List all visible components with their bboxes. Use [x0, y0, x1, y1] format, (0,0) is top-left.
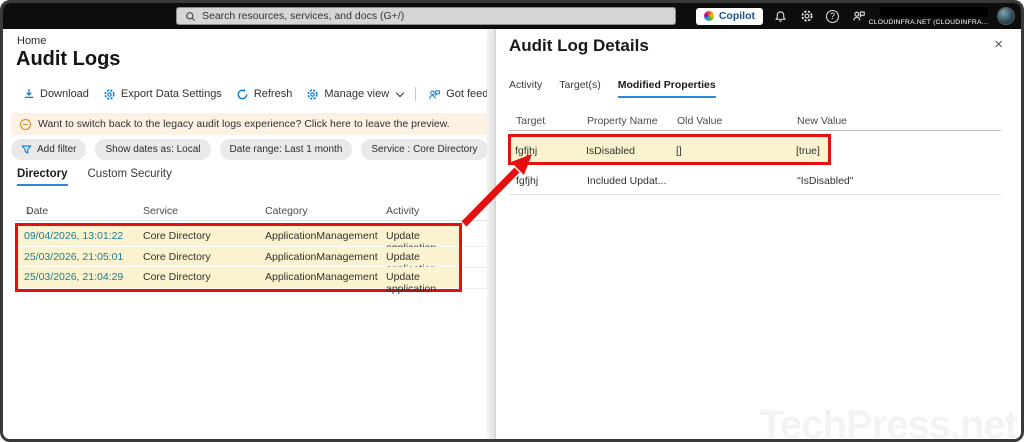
account-info[interactable]: CLOUDINFRA.NET (CLOUDINFRA...	[869, 6, 988, 26]
gear-icon	[307, 88, 318, 100]
tab-custom-security[interactable]: Custom Security	[88, 168, 172, 186]
refresh-icon	[237, 88, 248, 99]
column-header-new-value[interactable]: New Value	[797, 115, 847, 127]
global-search-input[interactable]: Search resources, services, and docs (G+…	[176, 7, 676, 25]
panel-table-row[interactable]: fgfjhj Included Updat... "IsDisabled"	[496, 169, 1021, 195]
column-header-service[interactable]: Service	[143, 205, 178, 217]
tab-directory[interactable]: Directory	[17, 168, 68, 186]
table-header-divider	[15, 220, 491, 221]
settings-gear-icon[interactable]	[798, 8, 815, 25]
watermark: TechPress.net	[759, 403, 1018, 442]
more-options-icon[interactable]: ...	[103, 57, 115, 69]
help-icon[interactable]: ?	[824, 8, 841, 25]
cell-target: fgfjhj	[515, 145, 538, 157]
copilot-icon	[703, 11, 714, 21]
filter-pill-show-dates[interactable]: Show dates as: Local	[95, 139, 211, 160]
sort-down-icon: ↓	[26, 205, 32, 217]
toolbar-divider	[415, 87, 417, 101]
download-icon	[24, 89, 34, 98]
panel-tabs: Activity Target(s) Modified Properties	[509, 79, 716, 98]
command-bar: Download Export Data Settings Refresh Ma…	[16, 85, 495, 103]
chevron-down-icon	[395, 88, 405, 97]
copilot-label: Copilot	[718, 10, 755, 22]
refresh-button[interactable]: Refresh	[229, 88, 300, 101]
panel-title: Audit Log Details	[509, 36, 649, 55]
azure-portal-window: Search resources, services, and docs (G+…	[0, 0, 1024, 442]
top-bar: Search resources, services, and docs (G+…	[3, 3, 1021, 29]
notifications-bell-icon[interactable]	[772, 8, 789, 25]
cell-new-value: "IsDisabled"	[797, 175, 854, 187]
export-data-settings-button[interactable]: Export Data Settings	[96, 88, 229, 101]
search-placeholder: Search resources, services, and docs (G+…	[202, 10, 405, 22]
add-filter-button[interactable]: Add filter	[11, 139, 87, 160]
table-row[interactable]: 09/04/2026, 13:01:22 Core Directory Appl…	[18, 226, 459, 254]
cell-target: fgfjhj	[516, 175, 539, 187]
avatar[interactable]	[997, 7, 1015, 25]
filter-pill-date-range[interactable]: Date range: Last 1 month	[219, 139, 353, 160]
close-icon[interactable]: ×	[994, 37, 1003, 52]
filter-icon	[21, 145, 32, 154]
cell-old-value: []	[676, 145, 682, 157]
gear-icon	[104, 88, 115, 100]
tab-modified-properties[interactable]: Modified Properties	[617, 79, 716, 98]
column-header-target[interactable]: Target	[516, 115, 545, 127]
tab-activity[interactable]: Activity	[509, 79, 542, 98]
manage-view-button[interactable]: Manage view	[299, 88, 410, 101]
banner-text: Want to switch back to the legacy audit …	[38, 118, 450, 130]
audit-log-details-panel: Audit Log Details × Activity Target(s) M…	[495, 29, 1021, 442]
got-feedback-button[interactable]: Got feedback?	[421, 88, 495, 101]
column-header-activity[interactable]: Activity	[386, 205, 419, 217]
row-date-link[interactable]: 25/03/2026, 21:05:01	[24, 251, 123, 263]
cell-property: Included Updat...	[587, 175, 667, 187]
breadcrumb[interactable]: Home	[17, 35, 46, 47]
annotation-box-rows: 09/04/2026, 13:01:22 Core Directory Appl…	[15, 223, 462, 295]
preview-banner[interactable]: Want to switch back to the legacy audit …	[11, 113, 490, 135]
row-date-link[interactable]: 25/03/2026, 21:04:29	[24, 271, 123, 283]
account-redaction-box	[880, 6, 988, 17]
filter-pill-service[interactable]: Service : Core Directory	[361, 139, 488, 160]
cell-new-value: [true]	[796, 145, 820, 157]
column-header-property-name[interactable]: Property Name	[587, 115, 658, 127]
panel-header-divider	[509, 130, 1001, 131]
account-tenant-label: CLOUDINFRA.NET (CLOUDINFRA...	[868, 18, 988, 26]
panel-row-divider	[509, 194, 1001, 195]
filter-bar: Add filter Show dates as: Local Date ran…	[11, 139, 495, 160]
column-header-category[interactable]: Category	[265, 205, 308, 217]
row-date-link[interactable]: 09/04/2026, 13:01:22	[24, 230, 123, 242]
download-button[interactable]: Download	[16, 88, 96, 100]
table-row[interactable]: 25/03/2026, 21:05:01 Core Directory Appl…	[18, 246, 459, 275]
search-icon	[186, 11, 196, 21]
tab-targets[interactable]: Target(s)	[559, 79, 600, 98]
cell-property: IsDisabled	[586, 145, 636, 157]
annotation-box-property-row[interactable]: fgfjhj IsDisabled [] [true]	[508, 134, 831, 165]
view-tabs: Directory Custom Security	[17, 168, 172, 186]
column-header-old-value[interactable]: Old Value	[677, 115, 722, 127]
feedback-icon	[429, 89, 441, 99]
copilot-button[interactable]: Copilot	[695, 7, 763, 25]
topbar-right-cluster: Copilot ? CLOUDINFRA.NET (CLOUDINFRA...	[695, 3, 1015, 29]
minus-circle-icon	[20, 118, 31, 130]
table-row[interactable]: 25/03/2026, 21:04:29 Core Directory Appl…	[18, 267, 459, 295]
feedback-icon[interactable]	[850, 8, 867, 25]
main-content: Home Audit Logs ... Download Export Data…	[3, 29, 495, 439]
